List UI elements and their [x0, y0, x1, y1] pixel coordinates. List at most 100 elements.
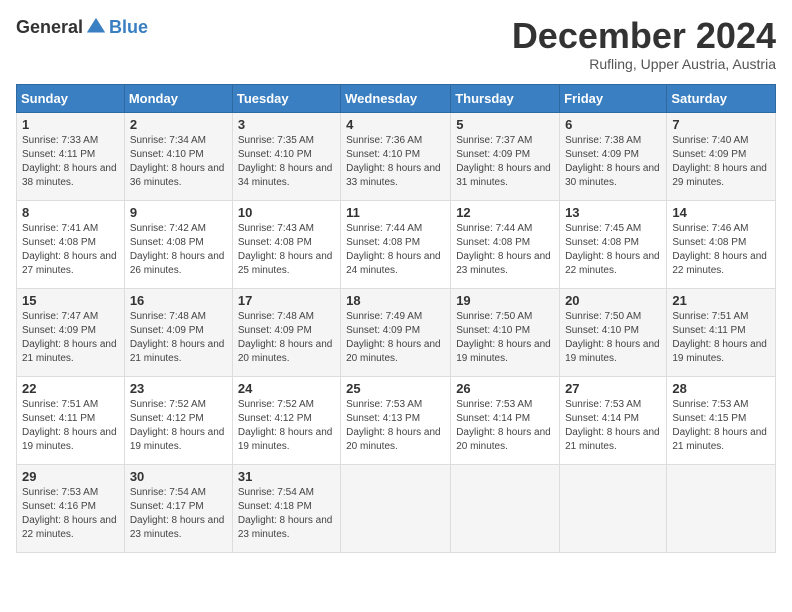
calendar-week-row-2: 8Sunrise: 7:41 AMSunset: 4:08 PMDaylight…	[17, 200, 776, 288]
calendar-cell: 30 Sunrise: 7:54 AMSunset: 4:17 PMDayligh…	[124, 464, 232, 552]
calendar-cell: 19Sunrise: 7:50 AMSunset: 4:10 PMDayligh…	[451, 288, 560, 376]
day-info: Sunrise: 7:41 AMSunset: 4:08 PMDaylight:…	[22, 222, 119, 278]
day-number: 24	[238, 381, 335, 396]
day-info: Sunrise: 7:53 AMSunset: 4:14 PMDaylight:…	[456, 398, 554, 454]
calendar-table: SundayMondayTuesdayWednesdayThursdayFrid…	[16, 84, 776, 553]
day-info: Sunrise: 7:53 AMSunset: 4:13 PMDaylight:…	[346, 398, 445, 454]
calendar-week-row-3: 15Sunrise: 7:47 AMSunset: 4:09 PMDayligh…	[17, 288, 776, 376]
day-info: Sunrise: 7:45 AMSunset: 4:08 PMDaylight:…	[565, 222, 661, 278]
calendar-cell: 24 Sunrise: 7:52 AMSunset: 4:12 PMDayligh…	[232, 376, 340, 464]
day-number: 2	[130, 117, 227, 132]
calendar-cell: 13 Sunrise: 7:45 AMSunset: 4:08 PMDayligh…	[560, 200, 667, 288]
header-day-thursday: Thursday	[451, 84, 560, 112]
day-number: 14	[672, 205, 770, 220]
day-number: 17	[238, 293, 335, 308]
page-header: General Blue December 2024 Rufling, Uppe…	[16, 16, 776, 72]
calendar-cell: 17 Sunrise: 7:48 AMSunset: 4:09 PMDayligh…	[232, 288, 340, 376]
day-number: 13	[565, 205, 661, 220]
day-info: Sunrise: 7:35 AMSunset: 4:10 PMDaylight:…	[238, 134, 335, 190]
calendar-cell: 3 Sunrise: 7:35 AMSunset: 4:10 PMDaylight…	[232, 112, 340, 200]
header-day-monday: Monday	[124, 84, 232, 112]
title-area: December 2024 Rufling, Upper Austria, Au…	[512, 16, 776, 72]
calendar-cell: 15Sunrise: 7:47 AMSunset: 4:09 PMDayligh…	[17, 288, 125, 376]
calendar-cell: 9 Sunrise: 7:42 AMSunset: 4:08 PMDaylight…	[124, 200, 232, 288]
calendar-cell: 7Sunrise: 7:40 AMSunset: 4:09 PMDaylight…	[667, 112, 776, 200]
day-number: 23	[130, 381, 227, 396]
calendar-cell: 29 Sunrise: 7:53 AMSunset: 4:16 PMDayligh…	[17, 464, 125, 552]
day-info: Sunrise: 7:50 AMSunset: 4:10 PMDaylight:…	[456, 310, 554, 366]
day-number: 25	[346, 381, 445, 396]
day-number: 21	[672, 293, 770, 308]
day-number: 12	[456, 205, 554, 220]
header-day-sunday: Sunday	[17, 84, 125, 112]
day-number: 31	[238, 469, 335, 484]
day-info: Sunrise: 7:51 AMSunset: 4:11 PMDaylight:…	[672, 310, 770, 366]
calendar-cell	[451, 464, 560, 552]
day-number: 15	[22, 293, 119, 308]
calendar-header-row: SundayMondayTuesdayWednesdayThursdayFrid…	[17, 84, 776, 112]
day-number: 9	[130, 205, 227, 220]
day-info: Sunrise: 7:51 AMSunset: 4:11 PMDaylight:…	[22, 398, 119, 454]
day-info: Sunrise: 7:38 AMSunset: 4:09 PMDaylight:…	[565, 134, 661, 190]
calendar-cell: 11Sunrise: 7:44 AMSunset: 4:08 PMDayligh…	[341, 200, 451, 288]
day-number: 18	[346, 293, 445, 308]
logo-general-text: General	[16, 17, 83, 38]
calendar-cell: 4 Sunrise: 7:36 AMSunset: 4:10 PMDaylight…	[341, 112, 451, 200]
calendar-cell: 10Sunrise: 7:43 AMSunset: 4:08 PMDayligh…	[232, 200, 340, 288]
calendar-cell: 22 Sunrise: 7:51 AMSunset: 4:11 PMDayligh…	[17, 376, 125, 464]
header-day-wednesday: Wednesday	[341, 84, 451, 112]
day-number: 1	[22, 117, 119, 132]
day-number: 5	[456, 117, 554, 132]
calendar-cell	[667, 464, 776, 552]
day-info: Sunrise: 7:53 AMSunset: 4:14 PMDaylight:…	[565, 398, 661, 454]
day-number: 6	[565, 117, 661, 132]
calendar-cell	[341, 464, 451, 552]
location-subtitle: Rufling, Upper Austria, Austria	[512, 56, 776, 72]
day-number: 27	[565, 381, 661, 396]
day-info: Sunrise: 7:44 AMSunset: 4:08 PMDaylight:…	[456, 222, 554, 278]
calendar-cell: 26Sunrise: 7:53 AMSunset: 4:14 PMDayligh…	[451, 376, 560, 464]
day-info: Sunrise: 7:48 AMSunset: 4:09 PMDaylight:…	[238, 310, 335, 366]
calendar-week-row-4: 22 Sunrise: 7:51 AMSunset: 4:11 PMDayligh…	[17, 376, 776, 464]
day-info: Sunrise: 7:54 AMSunset: 4:17 PMDaylight:…	[130, 486, 227, 542]
day-info: Sunrise: 7:46 AMSunset: 4:08 PMDaylight:…	[672, 222, 770, 278]
calendar-week-row-1: 1Sunrise: 7:33 AMSunset: 4:11 PMDaylight…	[17, 112, 776, 200]
day-info: Sunrise: 7:52 AMSunset: 4:12 PMDaylight:…	[238, 398, 335, 454]
day-info: Sunrise: 7:52 AMSunset: 4:12 PMDaylight:…	[130, 398, 227, 454]
calendar-cell: 12 Sunrise: 7:44 AMSunset: 4:08 PMDayligh…	[451, 200, 560, 288]
day-info: Sunrise: 7:49 AMSunset: 4:09 PMDaylight:…	[346, 310, 445, 366]
calendar-cell: 27 Sunrise: 7:53 AMSunset: 4:14 PMDayligh…	[560, 376, 667, 464]
logo: General Blue	[16, 16, 148, 38]
calendar-cell: 20 Sunrise: 7:50 AMSunset: 4:10 PMDayligh…	[560, 288, 667, 376]
day-info: Sunrise: 7:53 AMSunset: 4:16 PMDaylight:…	[22, 486, 119, 542]
calendar-week-row-5: 29 Sunrise: 7:53 AMSunset: 4:16 PMDayligh…	[17, 464, 776, 552]
day-number: 29	[22, 469, 119, 484]
day-info: Sunrise: 7:44 AMSunset: 4:08 PMDaylight:…	[346, 222, 445, 278]
calendar-cell: 5Sunrise: 7:37 AMSunset: 4:09 PMDaylight…	[451, 112, 560, 200]
day-number: 30	[130, 469, 227, 484]
day-info: Sunrise: 7:53 AMSunset: 4:15 PMDaylight:…	[672, 398, 770, 454]
day-number: 22	[22, 381, 119, 396]
header-day-friday: Friday	[560, 84, 667, 112]
day-number: 3	[238, 117, 335, 132]
day-number: 7	[672, 117, 770, 132]
logo-icon	[85, 16, 107, 38]
calendar-cell: 31Sunrise: 7:54 AMSunset: 4:18 PMDayligh…	[232, 464, 340, 552]
month-title: December 2024	[512, 16, 776, 56]
day-info: Sunrise: 7:50 AMSunset: 4:10 PMDaylight:…	[565, 310, 661, 366]
day-info: Sunrise: 7:36 AMSunset: 4:10 PMDaylight:…	[346, 134, 445, 190]
day-number: 4	[346, 117, 445, 132]
calendar-cell: 6 Sunrise: 7:38 AMSunset: 4:09 PMDaylight…	[560, 112, 667, 200]
day-number: 16	[130, 293, 227, 308]
calendar-cell: 28Sunrise: 7:53 AMSunset: 4:15 PMDayligh…	[667, 376, 776, 464]
calendar-cell	[560, 464, 667, 552]
day-info: Sunrise: 7:42 AMSunset: 4:08 PMDaylight:…	[130, 222, 227, 278]
day-info: Sunrise: 7:48 AMSunset: 4:09 PMDaylight:…	[130, 310, 227, 366]
calendar-cell: 21 Sunrise: 7:51 AMSunset: 4:11 PMDayligh…	[667, 288, 776, 376]
calendar-cell: 2Sunrise: 7:34 AMSunset: 4:10 PMDaylight…	[124, 112, 232, 200]
header-day-saturday: Saturday	[667, 84, 776, 112]
calendar-cell: 1Sunrise: 7:33 AMSunset: 4:11 PMDaylight…	[17, 112, 125, 200]
day-number: 20	[565, 293, 661, 308]
calendar-cell: 25 Sunrise: 7:53 AMSunset: 4:13 PMDayligh…	[341, 376, 451, 464]
calendar-cell: 8Sunrise: 7:41 AMSunset: 4:08 PMDaylight…	[17, 200, 125, 288]
